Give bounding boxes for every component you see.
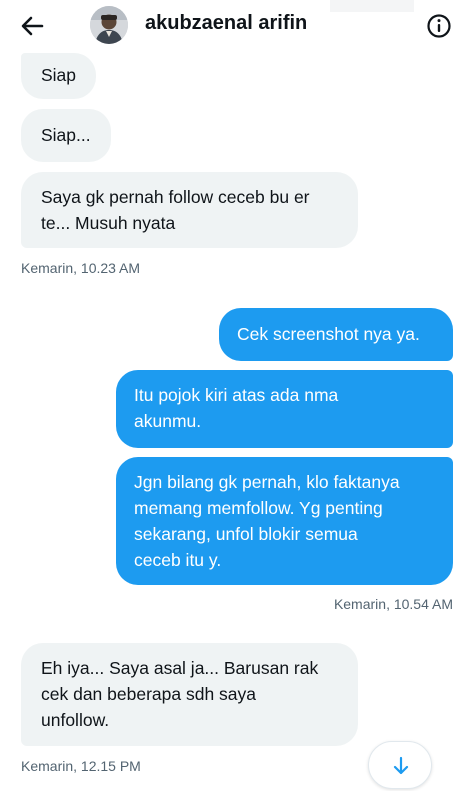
conversation-title[interactable]: akubzaenal arifin	[145, 12, 307, 35]
conversation-header: akubzaenal arifin	[0, 0, 474, 52]
profile-photo	[90, 6, 128, 44]
header-decor-strip	[330, 0, 414, 12]
scroll-to-bottom-button[interactable]	[368, 741, 432, 789]
message-bubble-outgoing[interactable]: Jgn bilang gk pernah, klo faktanya meman…	[116, 457, 453, 585]
message-timestamp: Kemarin, 12.15 PM	[21, 758, 141, 774]
message-bubble-incoming[interactable]: Siap	[21, 53, 96, 99]
arrow-down-icon	[393, 756, 409, 775]
message-bubble-incoming[interactable]: Saya gk pernah follow ceceb bu er te... …	[21, 172, 358, 248]
message-bubble-incoming[interactable]: Eh iya... Saya asal ja... Barusan rak ce…	[21, 643, 358, 746]
message-bubble-outgoing[interactable]: Cek screenshot nya ya.	[219, 308, 453, 361]
back-button[interactable]	[16, 10, 48, 42]
arrow-left-icon	[21, 16, 44, 36]
message-bubble-incoming[interactable]: Siap...	[21, 109, 111, 162]
message-timestamp: Kemarin, 10.54 AM	[333, 596, 453, 612]
info-circle-icon	[427, 14, 451, 38]
dm-conversation-screen: akubzaenal arifin Siap Siap... Saya gk p…	[0, 0, 474, 791]
info-button[interactable]	[426, 13, 452, 39]
message-bubble-outgoing[interactable]: Itu pojok kiri atas ada nma akunmu.	[116, 370, 453, 448]
avatar[interactable]	[90, 6, 128, 44]
message-timestamp: Kemarin, 10.23 AM	[21, 260, 141, 276]
